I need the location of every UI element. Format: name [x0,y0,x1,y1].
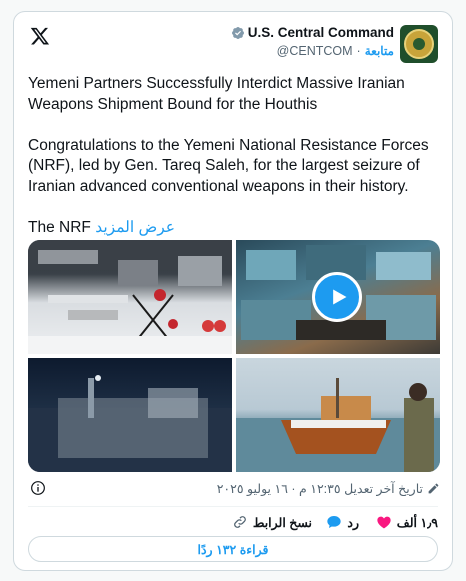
timestamp-text: تاريخ آخر تعديل ١٢:٣٥ م · ١٦ يوليو ٢٠٢٥ [216,482,423,496]
reply-bubble-icon [327,516,342,528]
embedded-post-card[interactable]: U.S. Central Command @CENTCOM · متابعة Y… [13,11,453,571]
action-bar: ١٫٩ ألف رد نسخ الرابط [14,512,452,534]
follow-link[interactable]: متابعة [365,44,394,58]
divider [28,506,438,507]
x-logo-icon[interactable] [30,26,50,46]
author-name-row[interactable]: U.S. Central Command [231,25,394,40]
heart-icon [377,516,391,529]
video-thumbnail[interactable] [236,240,440,354]
post-text: Yemeni Partners Successfully Interdict M… [28,74,444,238]
reply-label: رد [347,515,359,530]
dhow-boat-photo[interactable] [236,358,440,472]
reply-button[interactable]: رد [326,514,359,530]
author-handle[interactable]: @CENTCOM [277,44,353,58]
play-video-button[interactable] [312,272,362,322]
post-meta-row: تاريخ آخر تعديل ١٢:٣٥ م · ١٦ يوليو ٢٠٢٥ [28,480,440,498]
post-headline: Yemeni Partners Successfully Interdict M… [28,75,405,113]
author-name[interactable]: U.S. Central Command [248,25,394,40]
read-replies-button[interactable]: قراءة ١٣٢ ردًا [28,536,438,562]
copy-link-button[interactable]: نسخ الرابط [232,514,312,530]
like-button[interactable]: ١٫٩ ألف [376,514,438,530]
dhow-boat-illustration [236,378,440,472]
verified-badge-icon [231,26,244,39]
edit-pencil-icon [428,483,439,494]
play-icon [333,289,347,305]
media-grid [28,240,440,472]
like-count: ١٫٩ ألف [396,515,438,530]
edited-timestamp-link[interactable]: تاريخ آخر تعديل ١٢:٣٥ م · ١٦ يوليو ٢٠٢٥ [217,481,440,496]
night-boat-photo[interactable] [28,358,232,472]
weapons-display-illustration [28,240,232,354]
link-icon [233,516,246,528]
centcom-seal-icon [404,29,434,59]
post-body: Congratulations to the Yemeni National R… [28,136,429,195]
post-truncated-line: The NRF عرض المزيد [28,218,444,239]
copy-link-label: نسخ الرابط [252,515,312,530]
weapons-display-photo[interactable] [28,240,232,354]
info-icon[interactable] [30,480,46,496]
post-truncated-text: The NRF [28,218,91,236]
author-handle-row: @CENTCOM · متابعة [277,44,394,58]
show-more-link[interactable]: عرض المزيد [95,219,175,236]
separator-dot: · [356,44,361,58]
night-boat-illustration [28,375,232,472]
author-avatar[interactable] [400,25,438,63]
